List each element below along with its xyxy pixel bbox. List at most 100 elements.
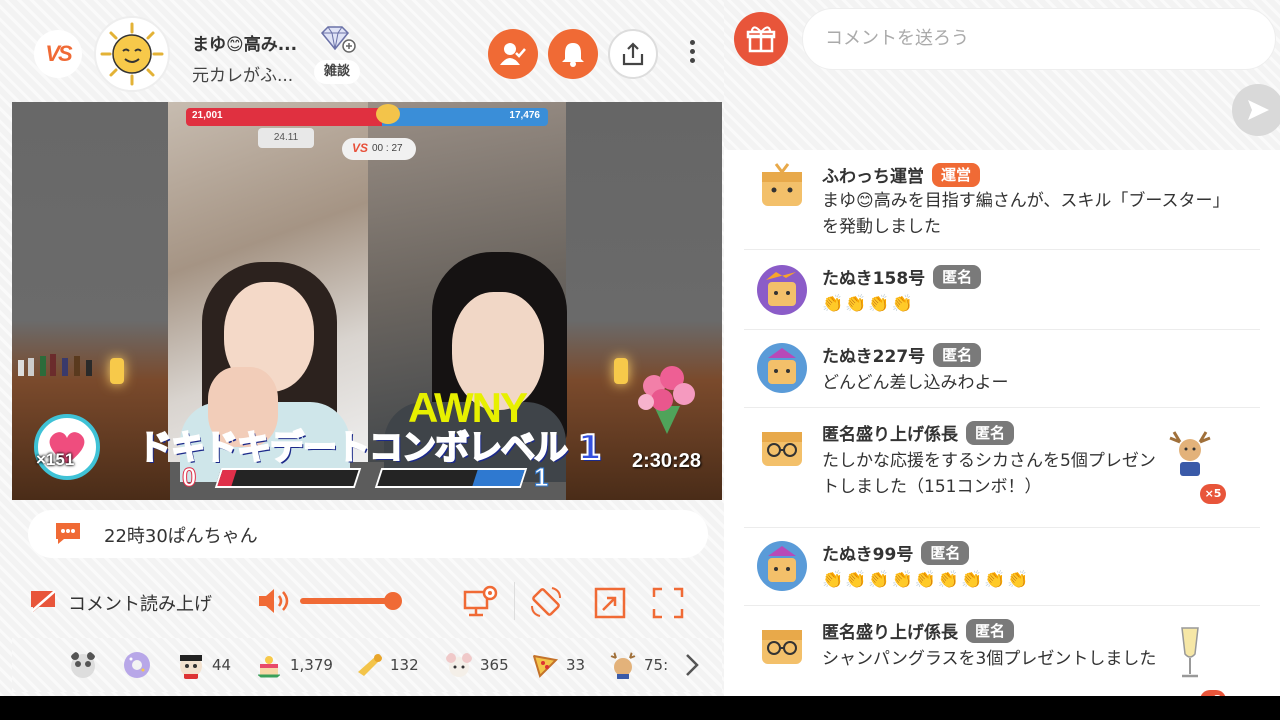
anonymous-badge: 匿名	[933, 342, 982, 367]
chevron-right-icon[interactable]	[684, 652, 700, 678]
combo-title: ドキドキデートコンボレベル 1	[137, 427, 602, 469]
gift-item[interactable]: 1,379	[254, 648, 333, 682]
chat-message: 匿名盛り上げ係長 匿名 シャンパングラスを3個プレゼントしました ×3	[744, 606, 1260, 696]
heart-combo-count: ×151	[36, 450, 75, 469]
diamond-plus-icon[interactable]	[318, 24, 356, 54]
gift-item[interactable]: 365	[444, 648, 509, 682]
mouse-gift-icon	[446, 653, 472, 677]
tanuki-avatar	[757, 541, 807, 591]
panda-gift-icon	[71, 652, 95, 678]
chat-text: 👏👏👏👏👏👏👏👏👏	[822, 570, 1031, 590]
battle-score-bar: 21,001 17,476	[186, 108, 548, 126]
bottles-decoration	[18, 354, 92, 376]
gift-box-icon	[746, 26, 776, 53]
streamer-name[interactable]: まゆ😊高み...	[192, 30, 297, 55]
read-aloud-off-icon[interactable]	[28, 588, 58, 614]
combo-bar-left-fill	[217, 470, 237, 486]
notification-button[interactable]	[548, 29, 598, 79]
combo-bar-right-fill	[472, 470, 525, 486]
box-mascot-avatar	[762, 163, 802, 206]
chat-text: まゆ😊高みを目指す編さんが、スキル「ブースター」を発動しました	[822, 191, 1230, 237]
combo-score-left: 0	[181, 462, 197, 493]
chat-text: シャンパングラスを3個プレゼントしました	[822, 649, 1157, 669]
cake-gift-icon	[258, 656, 280, 678]
send-button[interactable]	[1232, 84, 1280, 136]
tanuki-avatar	[757, 265, 807, 315]
user-check-icon	[500, 43, 526, 65]
chat-message: たぬき158号 匿名 👏👏👏👏	[744, 250, 1260, 330]
vs-badge[interactable]: VS	[34, 30, 82, 78]
gift-item[interactable]	[68, 648, 104, 682]
rotate-icon[interactable]	[528, 584, 566, 620]
read-aloud-label[interactable]: コメント読み上げ	[68, 590, 212, 616]
battle-mascot-icon	[376, 104, 400, 124]
share-icon	[622, 42, 644, 66]
streamer-avatar[interactable]	[94, 16, 170, 92]
glasses-mascot-avatar	[762, 630, 802, 664]
picture-in-picture-icon[interactable]	[592, 586, 628, 620]
sun-face-icon	[100, 22, 164, 86]
send-arrow-icon	[1248, 100, 1269, 120]
chat-message-list[interactable]: ふわっち運営 運営 まゆ😊高みを目指す編さんが、スキル「ブースター」を発動しまし…	[734, 150, 1270, 696]
sub-score: 24.11	[258, 128, 314, 148]
deer-gift-icon	[610, 651, 636, 679]
chat-username[interactable]: たぬき227号 匿名	[822, 342, 982, 367]
volume-slider-knob[interactable]	[384, 592, 402, 610]
chat-username[interactable]: たぬき158号 匿名	[822, 264, 982, 289]
bell-icon	[562, 43, 584, 67]
chat-username[interactable]: たぬき99号 匿名	[822, 540, 970, 565]
battle-timer-vs: VS	[352, 141, 369, 155]
gift-item[interactable]: 75:	[608, 648, 668, 682]
anonymous-badge: 匿名	[966, 618, 1015, 643]
chat-message: 匿名盛り上げ係長 匿名 たしかな応援をするシカさんを5個プレゼントしました（15…	[744, 408, 1260, 528]
anonymous-badge: 匿名	[933, 264, 982, 289]
combo-heart-badge	[34, 414, 100, 480]
score-left: 21,001	[192, 110, 223, 121]
screen-settings-icon[interactable]	[462, 584, 500, 620]
chat-text: 👏👏👏👏	[822, 294, 915, 314]
gift-item[interactable]	[122, 648, 158, 682]
gift-item[interactable]: 132	[354, 648, 419, 682]
gift-multiplier: ×5	[1200, 484, 1226, 504]
lamp-right-icon	[614, 358, 628, 384]
control-divider	[514, 582, 515, 620]
official-badge: 運営	[932, 162, 981, 187]
fullscreen-icon[interactable]	[650, 586, 686, 620]
anonymous-badge: 匿名	[921, 540, 970, 565]
chat-message: たぬき227号 匿名 どんどん差し込みわよー	[744, 330, 1260, 408]
speaker-icon[interactable]	[256, 586, 292, 616]
horn-gift-icon	[358, 654, 382, 676]
video-player[interactable]: AWNY 21,001 17,476 24.11 00 : 27 VS ×151…	[12, 102, 722, 500]
chat-text: たしかな応援をするシカさんを5個プレゼントしました（151コンボ！）	[822, 451, 1156, 497]
donut-gift-icon	[124, 652, 150, 678]
combo-score-right: 1	[533, 462, 549, 493]
anonymous-badge: 匿名	[966, 420, 1015, 445]
tanuki-avatar	[757, 343, 807, 393]
comment-input[interactable]: 22時30ぱんちゃん	[104, 522, 258, 548]
champagne-glass-icon	[1181, 627, 1199, 678]
chat-username[interactable]: 匿名盛り上げ係長 匿名	[822, 618, 1015, 643]
bottom-bar	[0, 696, 1280, 720]
dog-gift-icon	[180, 655, 202, 679]
gift-item[interactable]: 44	[176, 648, 231, 682]
chat-username[interactable]: ふわっち運営 運営	[822, 162, 981, 187]
chat-input[interactable]: コメントを送ろう	[802, 8, 1276, 70]
more-options-icon[interactable]	[686, 38, 698, 68]
follow-button[interactable]	[488, 29, 538, 79]
glasses-mascot-avatar	[762, 432, 802, 466]
stream-countdown: 2:30:28	[632, 450, 701, 472]
pizza-gift-icon	[532, 654, 559, 678]
speech-bubble-icon	[54, 521, 82, 545]
combo-bar-left	[214, 468, 362, 488]
stream-panel: VS まゆ😊高み... 元カレがふ... 雑談 AWNY 21,001 17,4…	[0, 0, 724, 696]
volume-slider-track[interactable]	[300, 598, 396, 604]
category-tag[interactable]: 雑談	[314, 60, 361, 84]
score-right: 17,476	[509, 110, 540, 121]
chat-message: たぬき99号 匿名 👏👏👏👏👏👏👏👏👏	[744, 528, 1260, 606]
gift-button[interactable]	[734, 12, 788, 66]
gift-item[interactable]: 33	[530, 648, 585, 682]
lamp-left-icon	[110, 358, 124, 384]
combo-bar-right	[374, 468, 528, 488]
chat-username[interactable]: 匿名盛り上げ係長 匿名	[822, 420, 1015, 445]
share-button[interactable]	[608, 29, 658, 79]
